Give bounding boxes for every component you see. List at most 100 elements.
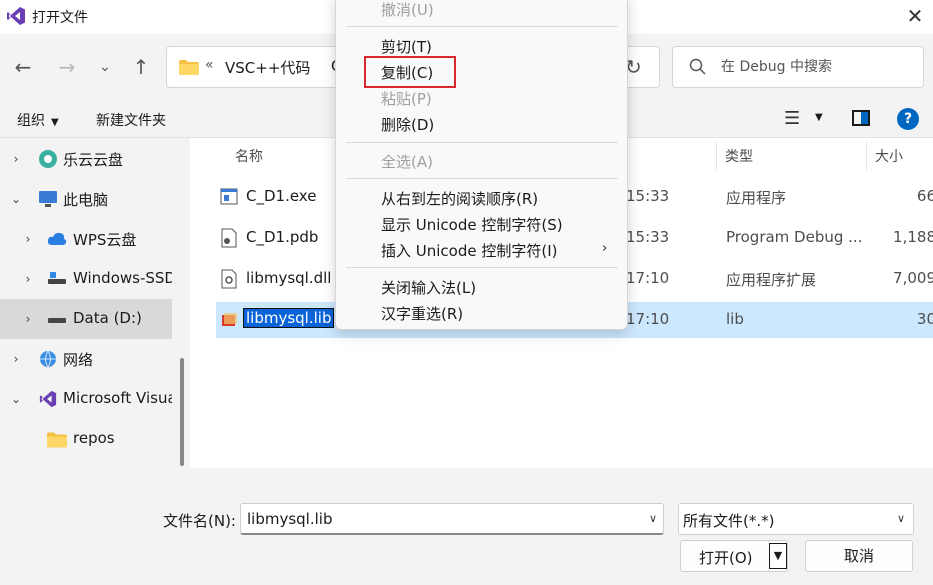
chevron-down-icon[interactable]: ∨ bbox=[897, 512, 905, 525]
chevron-right-icon[interactable]: › bbox=[22, 272, 34, 286]
dialog-footer: 文件名(N): libmysql.lib ∨ 所有文件(*.*) ∨ 打开(O)… bbox=[0, 468, 933, 585]
chevron-down-icon[interactable]: ⌄ bbox=[10, 392, 22, 406]
breadcrumb-item[interactable]: VSC++代码 bbox=[225, 57, 310, 78]
sidebar-item-label: repos bbox=[73, 429, 115, 447]
cancel-button[interactable]: 取消 bbox=[805, 540, 913, 572]
up-arrow-icon[interactable]: ↑ bbox=[128, 54, 154, 80]
menu-item-undo[interactable]: 撤消(U) bbox=[381, 0, 434, 20]
file-size: 30 bbox=[916, 310, 933, 328]
sidebar-item[interactable]: › Windows-SSD bbox=[0, 259, 172, 299]
chevron-right-icon[interactable]: › bbox=[10, 152, 22, 166]
organize-label: 组织 bbox=[17, 113, 45, 129]
back-arrow-icon[interactable]: ← bbox=[10, 54, 36, 80]
sidebar-item[interactable]: › WPS云盘 bbox=[0, 219, 172, 259]
folder-icon bbox=[47, 432, 67, 448]
column-header-size[interactable]: 大小 bbox=[875, 146, 903, 166]
filename-label: 文件名(N): bbox=[163, 512, 236, 530]
file-name: libmysql.dll bbox=[246, 269, 332, 287]
window-title: 打开文件 bbox=[32, 10, 88, 26]
search-box[interactable] bbox=[672, 46, 924, 88]
forward-arrow-icon[interactable]: → bbox=[54, 54, 80, 80]
sidebar-item-label: WPS云盘 bbox=[73, 231, 137, 249]
sidebar-item-label: 此电脑 bbox=[63, 191, 109, 209]
open-button[interactable]: 打开(O) ▼ bbox=[680, 540, 788, 572]
breadcrumb-overflow[interactable]: « bbox=[205, 57, 214, 73]
sidebar-item[interactable]: ⌄ 此电脑 bbox=[0, 179, 172, 219]
sidebar-item[interactable]: › 乐云云盘 bbox=[0, 139, 172, 179]
drive-icon bbox=[48, 318, 66, 323]
file-date: 17:10 bbox=[626, 310, 670, 328]
filetype-select[interactable]: 所有文件(*.*) ∨ bbox=[678, 503, 914, 535]
file-size: 66 bbox=[916, 187, 933, 205]
open-label: 打开(O) bbox=[699, 549, 753, 567]
sidebar-item[interactable]: ⌄ Microsoft Visua bbox=[0, 379, 172, 419]
file-size: 7,009 bbox=[893, 269, 933, 287]
drive-icon bbox=[48, 272, 66, 284]
file-size: 1,188 bbox=[893, 228, 933, 246]
cloud-icon bbox=[39, 150, 57, 168]
visual-studio-icon bbox=[39, 390, 57, 408]
chevron-right-icon: › bbox=[602, 241, 608, 256]
menu-item-reconvert[interactable]: 汉字重选(R) bbox=[381, 303, 463, 324]
pdb-file-icon bbox=[221, 228, 237, 248]
dll-file-icon bbox=[221, 269, 237, 289]
file-type: Program Debug ... bbox=[726, 228, 863, 246]
column-header-name[interactable]: 名称 bbox=[235, 146, 263, 166]
menu-separator bbox=[346, 178, 618, 179]
open-split-dropdown[interactable]: ▼ bbox=[769, 543, 787, 569]
close-icon[interactable]: ✕ bbox=[900, 2, 930, 30]
organize-button[interactable]: 组织 ▼ bbox=[17, 110, 59, 130]
caret-down-icon: ▼ bbox=[51, 117, 59, 128]
file-name: C_D1.pdb bbox=[246, 228, 319, 246]
sidebar-item[interactable]: repos bbox=[0, 419, 172, 459]
folder-icon bbox=[179, 60, 199, 75]
menu-item-rtl-reading[interactable]: 从右到左的阅读顺序(R) bbox=[381, 188, 538, 209]
new-folder-button[interactable]: 新建文件夹 bbox=[96, 110, 166, 130]
highlight-box bbox=[364, 56, 456, 88]
sidebar-item-label: 乐云云盘 bbox=[63, 151, 124, 169]
file-date: 15:33 bbox=[626, 187, 670, 205]
chevron-down-icon[interactable]: ⌄ bbox=[92, 54, 118, 80]
chevron-right-icon[interactable]: › bbox=[22, 232, 34, 246]
filename-input[interactable]: libmysql.lib ∨ bbox=[240, 503, 664, 535]
menu-item-delete[interactable]: 删除(D) bbox=[381, 114, 434, 135]
file-name: C_D1.exe bbox=[246, 187, 317, 205]
column-divider[interactable] bbox=[866, 142, 867, 170]
menu-item-insert-unicode[interactable]: 插入 Unicode 控制字符(I) bbox=[381, 240, 558, 261]
exe-file-icon bbox=[220, 188, 238, 205]
file-type: 应用程序 bbox=[726, 189, 787, 207]
menu-item-cut[interactable]: 剪切(T) bbox=[381, 36, 432, 57]
menu-separator bbox=[346, 142, 618, 143]
menu-item-select-all[interactable]: 全选(A) bbox=[381, 151, 433, 172]
lib-file-icon bbox=[222, 313, 237, 326]
sidebar-item[interactable]: › Data (D:) bbox=[0, 299, 172, 339]
chevron-right-icon[interactable]: › bbox=[22, 312, 34, 326]
menu-item-paste[interactable]: 粘贴(P) bbox=[381, 88, 432, 109]
column-divider[interactable] bbox=[716, 142, 717, 170]
menu-item-show-unicode[interactable]: 显示 Unicode 控制字符(S) bbox=[381, 214, 563, 235]
computer-icon bbox=[39, 191, 57, 207]
search-input[interactable] bbox=[721, 55, 917, 79]
caret-down-icon[interactable]: ▼ bbox=[815, 112, 823, 123]
column-header-type[interactable]: 类型 bbox=[725, 146, 753, 166]
preview-pane-icon[interactable] bbox=[852, 110, 870, 126]
file-name-rename-field[interactable]: libmysql.lib bbox=[242, 308, 335, 328]
file-date: 15:33 bbox=[626, 228, 670, 246]
chevron-down-icon[interactable]: ∨ bbox=[649, 512, 657, 525]
sidebar-item-label: Data (D:) bbox=[73, 309, 142, 327]
sidebar-item-label: Microsoft Visua bbox=[63, 389, 172, 407]
sidebar-item-label: 网络 bbox=[63, 351, 94, 369]
filename-value: libmysql.lib bbox=[247, 510, 333, 528]
help-icon[interactable]: ? bbox=[897, 108, 919, 130]
sidebar-item-label: Windows-SSD bbox=[73, 269, 172, 287]
file-type: lib bbox=[726, 310, 744, 328]
view-list-icon[interactable]: ☰ bbox=[784, 108, 800, 129]
chevron-down-icon[interactable]: ⌄ bbox=[10, 192, 22, 206]
chevron-right-icon[interactable]: › bbox=[10, 352, 22, 366]
sidebar-scrollbar[interactable] bbox=[180, 358, 184, 466]
navigation-pane: › 乐云云盘 ⌄ 此电脑 › WPS云盘 › Windows-SSD › Dat… bbox=[0, 138, 190, 468]
visual-studio-icon bbox=[7, 7, 25, 25]
network-icon bbox=[40, 350, 56, 368]
menu-item-close-ime[interactable]: 关闭输入法(L) bbox=[381, 277, 476, 298]
sidebar-item[interactable]: › 网络 bbox=[0, 339, 172, 379]
